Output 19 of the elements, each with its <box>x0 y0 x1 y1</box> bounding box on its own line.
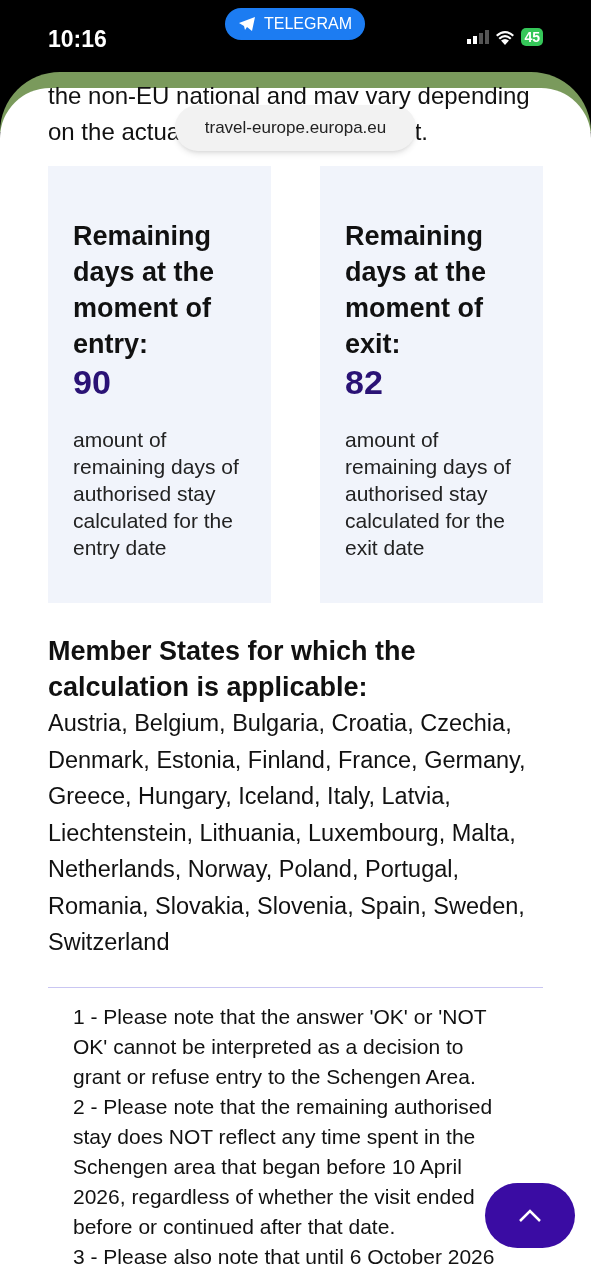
app-pill[interactable]: TELEGRAM <box>225 8 365 40</box>
card-title: Remaining days at the moment of exit: <box>345 220 488 361</box>
note-text: 1 - Please note that the answer 'OK' or 'NOT OK' cannot be interpreted as a decision to grant or refuse entry to the Schengen Area. <box>73 1003 488 1090</box>
wifi-icon <box>495 29 516 45</box>
card-title: Remaining days at the moment of entry: <box>73 220 216 361</box>
paper-plane-icon <box>238 16 256 32</box>
paragraph-text: t. <box>414 117 428 147</box>
clock: 10:16 <box>48 25 107 54</box>
chevron-up-icon <box>518 1208 542 1223</box>
days-value: 82 <box>345 362 384 402</box>
note-text: 2 - Please note that the remaining authorised stay does NOT reflect any time spent in the Schengen area that began before 10 April 2026, regardless of whether the visit ended before or continued after that date. <box>73 1093 494 1240</box>
note-text: 3 - Please also note that until 6 October 2026 <box>73 1243 496 1270</box>
signal-icon <box>467 30 490 44</box>
battery-indicator: 45 <box>521 28 543 46</box>
card-description: amount of remaining days of authorised stay calculated for the entry date <box>73 427 240 561</box>
card-description: amount of remaining days of authorised stay calculated for the exit date <box>345 427 512 561</box>
days-value: 90 <box>73 362 112 402</box>
section-heading: Member States for which the calculation is applicable: <box>48 635 417 704</box>
member-states-list: Austria, Belgium, Bulgaria, Croatia, Czechia, Denmark, Estonia, Finland, France, Germany, Greece, Hungary, Iceland, Italy, Latvia, Liechtenstein, Lithuania, Luxembourg, Malta, Netherlands, Norway, Poland, Portugal, Romania, Slovakia, Slovenia, Spain, Sweden, Switzerland <box>48 705 543 961</box>
